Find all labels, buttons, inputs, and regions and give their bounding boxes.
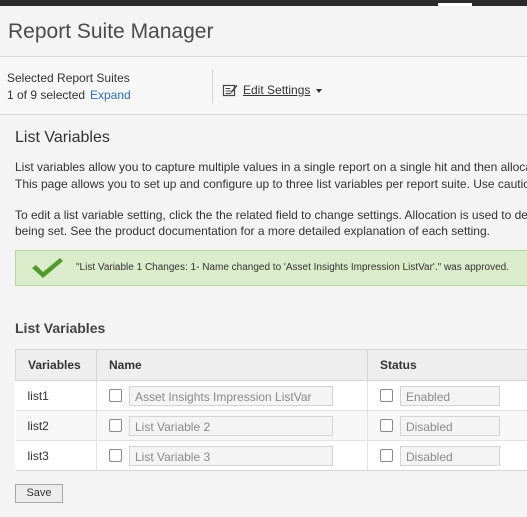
status-cell: Disabled: [367, 440, 527, 471]
column-header-name: Name: [96, 349, 368, 381]
page-title: Report Suite Manager: [8, 20, 214, 43]
column-header-status: Status: [367, 349, 527, 381]
chevron-down-icon: [316, 89, 323, 93]
selected-report-suites-label: Selected Report Suites: [7, 71, 130, 85]
variable-id: list1: [15, 380, 97, 411]
status-select[interactable]: Disabled: [400, 445, 500, 466]
status-checkbox[interactable]: [380, 449, 393, 462]
name-checkbox[interactable]: [109, 389, 122, 402]
variable-id: list3: [15, 440, 97, 471]
table-row: list3 List Variable 3 Disabled: [15, 440, 527, 471]
column-header-variables: Variables: [15, 349, 97, 381]
name-input[interactable]: List Variable 2: [129, 415, 333, 436]
list-variables-table: Variables Name Status list1 Asset Insigh…: [15, 349, 527, 471]
name-checkbox[interactable]: [109, 449, 122, 462]
name-input[interactable]: List Variable 3: [129, 445, 333, 466]
table-header-row: Variables Name Status: [15, 349, 527, 381]
success-alert: "List Variable 1 Changes: 1- Name change…: [15, 250, 527, 286]
name-input[interactable]: Asset Insights Impression ListVar: [129, 385, 333, 406]
section-title: List Variables: [15, 129, 110, 146]
status-select[interactable]: Disabled: [400, 415, 500, 436]
table-title: List Variables: [15, 320, 106, 336]
name-checkbox[interactable]: [109, 419, 122, 432]
description-line: This page allows you to set up and confi…: [15, 177, 527, 191]
selected-count: 1 of 9 selected: [7, 88, 86, 102]
expand-link[interactable]: Expand: [90, 88, 131, 102]
top-nav-active-tab-indicator: [438, 3, 472, 6]
table-row: list2 List Variable 2 Disabled: [15, 410, 527, 441]
name-cell: Asset Insights Impression ListVar: [96, 380, 368, 411]
name-cell: List Variable 3: [96, 440, 368, 471]
status-checkbox[interactable]: [380, 419, 393, 432]
selected-report-suites-bar: Selected Report Suites 1 of 9 selected E…: [0, 57, 527, 114]
variable-id: list2: [15, 410, 97, 441]
status-checkbox[interactable]: [380, 389, 393, 402]
list-variables-panel: List Variables List variables allow you …: [0, 115, 527, 517]
status-select[interactable]: Enabled: [400, 385, 500, 406]
edit-settings-label: Edit Settings: [243, 83, 311, 97]
description-line: List variables allow you to capture mult…: [15, 160, 527, 174]
divider: [212, 69, 213, 103]
edit-settings-menu[interactable]: Edit Settings: [222, 81, 323, 99]
top-nav-bar: [0, 0, 527, 6]
name-cell: List Variable 2: [96, 410, 368, 441]
checkmark-icon: [32, 258, 63, 278]
description-line: To edit a list variable setting, click t…: [15, 208, 527, 222]
success-message: "List Variable 1 Changes: 1- Name change…: [76, 262, 509, 273]
status-cell: Disabled: [367, 410, 527, 441]
status-cell: Enabled: [367, 380, 527, 411]
table-row: list1 Asset Insights Impression ListVar …: [15, 380, 527, 411]
description-line: being set. See the product documentation…: [15, 224, 490, 238]
save-button[interactable]: Save: [15, 484, 63, 503]
edit-document-icon: [222, 84, 238, 97]
